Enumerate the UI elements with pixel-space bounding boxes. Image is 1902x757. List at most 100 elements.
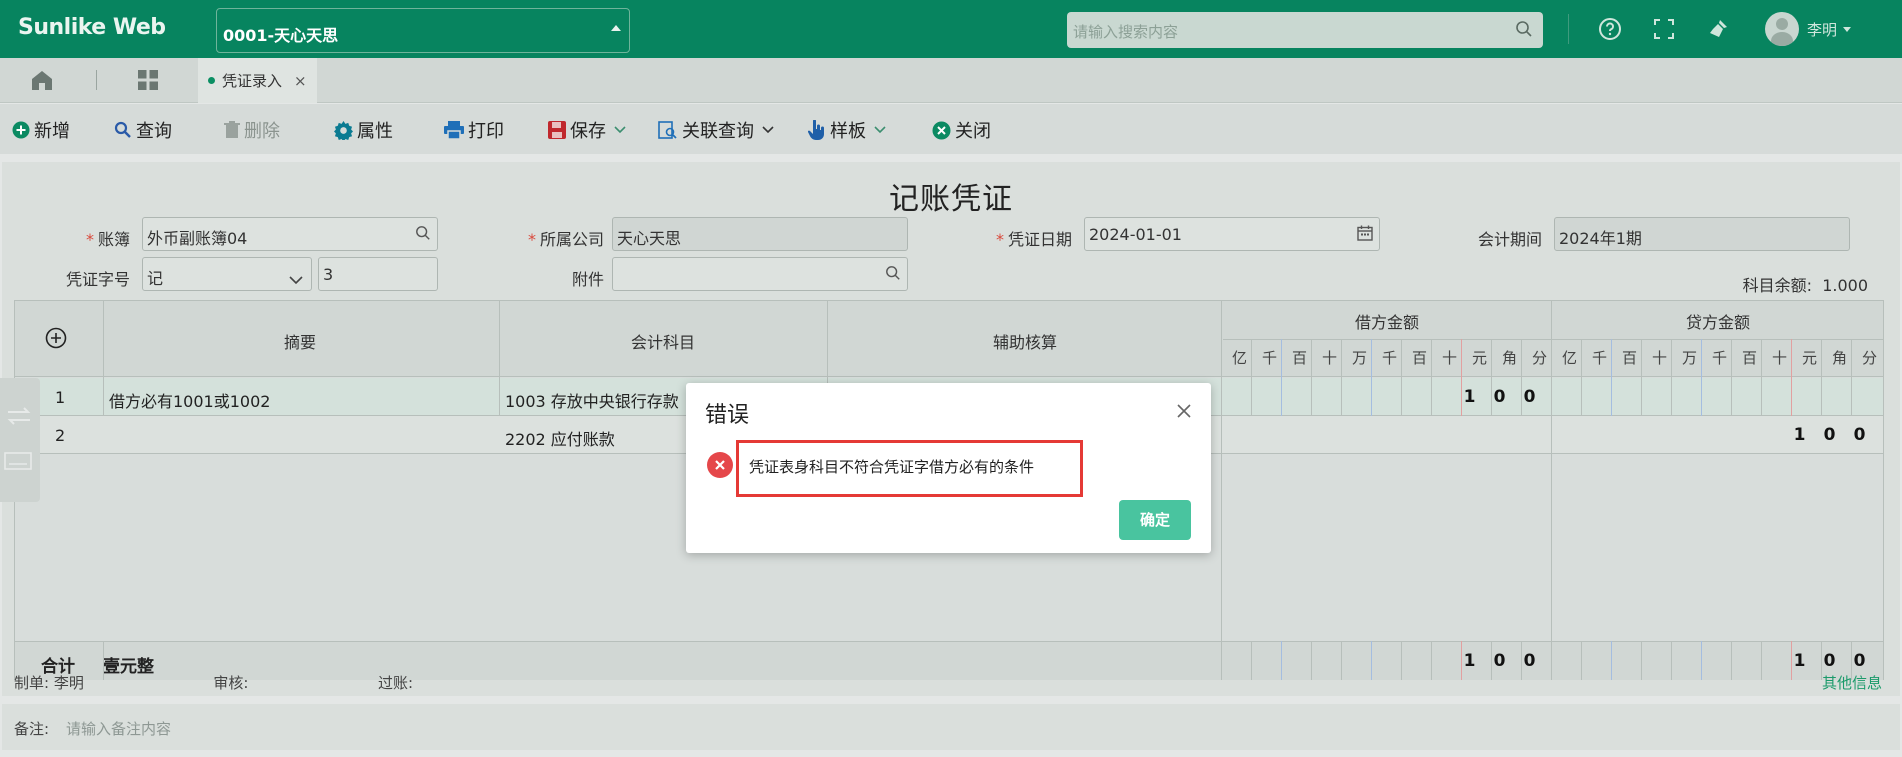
close-button[interactable]: 关闭 <box>932 117 991 143</box>
user-name: 李明 <box>1807 20 1838 39</box>
related-query-button[interactable]: 关联查询 <box>658 117 778 143</box>
chevron-down-icon <box>1843 26 1852 32</box>
debit-digit-header: 角 <box>1501 349 1517 367</box>
debit-digit-header: 千 <box>1381 349 1397 367</box>
company-select[interactable]: 0001-天心天思 <box>216 8 630 53</box>
maker-label: 制单: <box>14 674 50 692</box>
printer-icon <box>444 121 464 139</box>
grid-line <box>1641 339 1642 416</box>
page-title: 记账凭证 <box>889 182 1013 217</box>
voucher-number-field[interactable]: 3 <box>318 257 438 291</box>
grid-line <box>1791 339 1792 416</box>
grid-line <box>1401 641 1402 680</box>
add-row-icon[interactable] <box>45 327 67 353</box>
global-search-input[interactable]: 请输入搜索内容 <box>1067 12 1543 48</box>
grid-line <box>1251 641 1252 680</box>
search-icon <box>114 121 131 138</box>
company-value: 天心天思 <box>617 229 682 248</box>
voucher-word-select[interactable]: 记 <box>142 257 312 291</box>
grid-line <box>1461 641 1462 680</box>
chevron-down-icon <box>289 270 303 289</box>
grid-line <box>1311 339 1312 416</box>
grid-line <box>1341 339 1342 416</box>
dialog-title: 错误 <box>705 403 750 428</box>
grid-line <box>1581 339 1582 416</box>
row-number: 1 <box>55 388 66 407</box>
tab-voucher-entry[interactable]: 凭证录入 × <box>198 58 317 103</box>
keyboard-icon <box>4 452 32 474</box>
template-button[interactable]: 样板 <box>808 117 890 143</box>
broom-icon[interactable] <box>1705 16 1731 42</box>
credit-digit-header: 亿 <box>1561 349 1577 367</box>
maker-value: 李明 <box>53 674 84 692</box>
save-button[interactable]: 保存 <box>548 117 630 143</box>
search-icon[interactable] <box>415 225 431 245</box>
credit-digit-header: 百 <box>1621 349 1637 367</box>
delete-button[interactable]: 删除 <box>224 117 280 143</box>
fullscreen-icon[interactable] <box>1651 16 1677 42</box>
balance-label: 科目余额: <box>1742 276 1813 295</box>
row-summary[interactable]: 借方必有1001或1002 <box>109 388 270 412</box>
side-panel-toggle[interactable] <box>0 378 40 502</box>
grid-line <box>1521 339 1522 416</box>
tab-divider <box>96 70 97 90</box>
grid-line <box>1791 641 1792 680</box>
confirm-button[interactable]: 确定 <box>1119 500 1191 540</box>
voucher-date-field[interactable]: 2024-01-01 <box>1084 217 1380 251</box>
add-button[interactable]: 新增 <box>12 117 70 143</box>
grid-line <box>1371 641 1372 680</box>
grid-line <box>1251 339 1252 416</box>
home-icon[interactable] <box>30 69 54 95</box>
grid-line <box>1521 641 1522 680</box>
template-label: 样板 <box>830 121 866 142</box>
signature-line: 制单: 李明 审核: 过账: <box>14 672 413 693</box>
total-credit-digit: 1 <box>1793 651 1806 671</box>
help-icon[interactable] <box>1597 16 1623 42</box>
print-label: 打印 <box>468 121 504 142</box>
calendar-icon[interactable] <box>1357 225 1373 245</box>
grid-line <box>1311 641 1312 680</box>
grid-line <box>1431 339 1432 416</box>
row-account[interactable]: 2202 应付账款 <box>505 426 615 450</box>
credit-digit-header: 元 <box>1801 349 1817 367</box>
user-menu[interactable]: 李明 <box>1765 12 1852 46</box>
save-label: 保存 <box>570 121 606 142</box>
row-number: 2 <box>55 426 66 445</box>
ledger-field[interactable]: 外币副账簿04 <box>142 217 438 251</box>
print-button[interactable]: 打印 <box>444 117 504 143</box>
properties-label: 属性 <box>357 121 393 142</box>
reviewer-label: 审核: <box>213 674 249 692</box>
debit-digit-header: 百 <box>1291 349 1307 367</box>
toolbar: 新增 查询 删除 属性 打印 保存 关联查询 样板 关闭 <box>0 104 1902 154</box>
grid-line <box>1761 339 1762 416</box>
other-info-link[interactable]: 其他信息 <box>1822 672 1882 693</box>
grid-line <box>1341 641 1342 680</box>
attachment-field[interactable] <box>612 257 908 291</box>
remark-bar: 备注: 请输入备注内容 <box>2 704 1900 750</box>
debit-digit-header: 分 <box>1531 349 1547 367</box>
voucher-number-value: 3 <box>323 265 334 284</box>
properties-button[interactable]: 属性 <box>334 117 393 143</box>
grid-line <box>1671 339 1672 416</box>
close-tab-icon[interactable]: × <box>294 72 307 90</box>
trash-icon <box>224 121 240 138</box>
grid-line <box>1491 339 1492 416</box>
query-button[interactable]: 查询 <box>114 117 172 143</box>
apps-grid-icon[interactable] <box>137 69 159 95</box>
debit-digit: 0 <box>1493 387 1506 407</box>
total-credit-digit: 0 <box>1823 651 1836 671</box>
search-icon[interactable] <box>885 265 901 285</box>
period-label: 会计期间 <box>1477 230 1542 249</box>
total-debit-digit: 0 <box>1493 651 1506 671</box>
add-label: 新增 <box>34 121 70 142</box>
debit-digit-header: 十 <box>1321 349 1337 367</box>
total-debit-digit: 1 <box>1463 651 1476 671</box>
credit-digit-header: 万 <box>1681 349 1697 367</box>
remark-input[interactable]: 请输入备注内容 <box>66 718 171 739</box>
search-icon[interactable] <box>1515 20 1533 42</box>
row-account[interactable]: 1003 存放中央银行存款 <box>505 388 679 412</box>
grid-line <box>499 301 500 416</box>
header-auxiliary: 辅助核算 <box>992 333 1057 352</box>
close-icon[interactable] <box>1177 399 1191 423</box>
credit-digit-header: 十 <box>1651 349 1667 367</box>
